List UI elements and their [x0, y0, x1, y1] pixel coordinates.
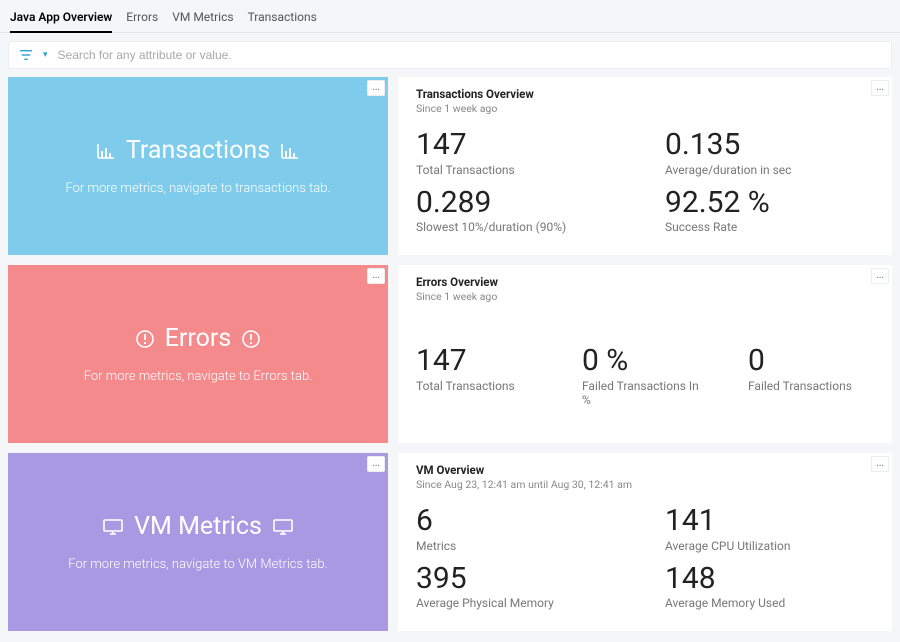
alert-circle-icon: [135, 329, 155, 349]
metric-avg-duration: 0.135 Average/duration in sec: [665, 129, 874, 177]
hero-title-text: Errors: [165, 324, 232, 353]
monitor-icon: [102, 518, 124, 536]
hero-title-text: Transactions: [126, 136, 270, 165]
hero-subtitle: For more metrics, navigate to transactio…: [65, 181, 330, 196]
metric-label: Metrics: [416, 539, 625, 553]
tab-java-app-overview[interactable]: Java App Overview: [10, 8, 112, 33]
metric-value: 0: [748, 345, 874, 377]
metric-label: Average Physical Memory: [416, 596, 625, 610]
metric-label: Average CPU Utilization: [665, 539, 874, 553]
metric-label: Total Transactions: [416, 163, 625, 177]
hero-transactions: Transactions For more metrics, navigate …: [8, 77, 388, 255]
metric-value: 0.289: [416, 187, 625, 219]
metric-success-rate: 92.52 % Success Rate: [665, 187, 874, 235]
tab-transactions[interactable]: Transactions: [248, 8, 317, 32]
metric-label: Slowest 10%/duration (90%): [416, 220, 625, 234]
metric-value: 92.52 %: [665, 187, 874, 219]
metric-value: 0.135: [665, 129, 874, 161]
metric-vm-count: 6 Metrics: [416, 505, 625, 553]
metrics-grid: 147 Total Transactions 0.135 Average/dur…: [416, 129, 874, 234]
panel-subtitle: Since 1 week ago: [416, 102, 874, 115]
tile-menu-button[interactable]: …: [871, 268, 889, 284]
metric-label: Total Transactions: [416, 379, 542, 393]
metric-value: 147: [416, 345, 542, 377]
metric-value: 141: [665, 505, 874, 537]
panel-title: Errors Overview: [416, 275, 874, 289]
metric-value: 147: [416, 129, 625, 161]
metrics-grid: 6 Metrics 141 Average CPU Utilization 39…: [416, 505, 874, 610]
hero-subtitle: For more metrics, navigate to Errors tab…: [84, 369, 313, 384]
metrics-grid: 147 Total Transactions 0 % Failed Transa…: [416, 345, 874, 407]
tile-menu-button[interactable]: …: [367, 268, 385, 284]
tile-transactions-hero: … Transactions For more metrics, navigat…: [8, 77, 388, 255]
metric-value: 395: [416, 563, 625, 595]
tile-menu-button[interactable]: …: [367, 80, 385, 96]
metric-failed-transactions: 0 Failed Transactions: [748, 345, 874, 407]
chevron-down-icon[interactable]: ▾: [43, 50, 48, 60]
tile-menu-button[interactable]: …: [871, 80, 889, 96]
metric-cpu-util: 141 Average CPU Utilization: [665, 505, 874, 553]
metric-value: 0 %: [582, 345, 708, 377]
hero-subtitle: For more metrics, navigate to VM Metrics…: [68, 557, 327, 572]
metric-total-transactions: 147 Total Transactions: [416, 129, 625, 177]
metric-failed-percent: 0 % Failed Transactions In %: [582, 345, 708, 407]
tab-errors[interactable]: Errors: [126, 8, 158, 32]
tile-vm-hero: … VM Metrics For more metrics, navigate …: [8, 453, 388, 631]
metric-label: Success Rate: [665, 220, 874, 234]
panel-title: Transactions Overview: [416, 87, 874, 101]
tile-menu-button[interactable]: …: [871, 456, 889, 472]
search-bar: ▾: [8, 41, 892, 69]
panel-vm-overview: … VM Overview Since Aug 23, 12:41 am unt…: [398, 453, 892, 631]
panel-title: VM Overview: [416, 463, 874, 477]
panel-subtitle: Since 1 week ago: [416, 290, 874, 303]
tab-vm-metrics[interactable]: VM Metrics: [172, 8, 233, 32]
metric-label: Failed Transactions In %: [582, 379, 708, 407]
panel-errors-overview: … Errors Overview Since 1 week ago 147 T…: [398, 265, 892, 443]
tile-menu-button[interactable]: …: [367, 456, 385, 472]
metric-value: 148: [665, 563, 874, 595]
panel-subtitle: Since Aug 23, 12:41 am until Aug 30, 12:…: [416, 478, 874, 491]
hero-title: VM Metrics: [102, 512, 294, 541]
metric-phys-mem: 395 Average Physical Memory: [416, 563, 625, 611]
metric-mem-used: 148 Average Memory Used: [665, 563, 874, 611]
hero-title-text: VM Metrics: [134, 512, 262, 541]
hero-title: Transactions: [96, 136, 300, 165]
hero-errors: Errors For more metrics, navigate to Err…: [8, 265, 388, 443]
metric-label: Average Memory Used: [665, 596, 874, 610]
metric-value: 6: [416, 505, 625, 537]
metric-label: Failed Transactions: [748, 379, 874, 393]
filter-icon[interactable]: [19, 49, 33, 61]
hero-vm-metrics: VM Metrics For more metrics, navigate to…: [8, 453, 388, 631]
monitor-icon: [272, 518, 294, 536]
metric-slowest-10: 0.289 Slowest 10%/duration (90%): [416, 187, 625, 235]
search-input[interactable]: [58, 48, 881, 62]
alert-circle-icon: [241, 329, 261, 349]
bar-chart-icon: [280, 142, 300, 160]
tabs-bar: Java App Overview Errors VM Metrics Tran…: [0, 0, 900, 33]
hero-title: Errors: [135, 324, 262, 353]
panel-transactions-overview: … Transactions Overview Since 1 week ago…: [398, 77, 892, 255]
bar-chart-icon: [96, 142, 116, 160]
tile-errors-hero: … Errors For more metrics, navigate to E…: [8, 265, 388, 443]
metric-total-transactions: 147 Total Transactions: [416, 345, 542, 407]
dashboard-grid: … Transactions For more metrics, navigat…: [0, 77, 900, 639]
metric-label: Average/duration in sec: [665, 163, 874, 177]
